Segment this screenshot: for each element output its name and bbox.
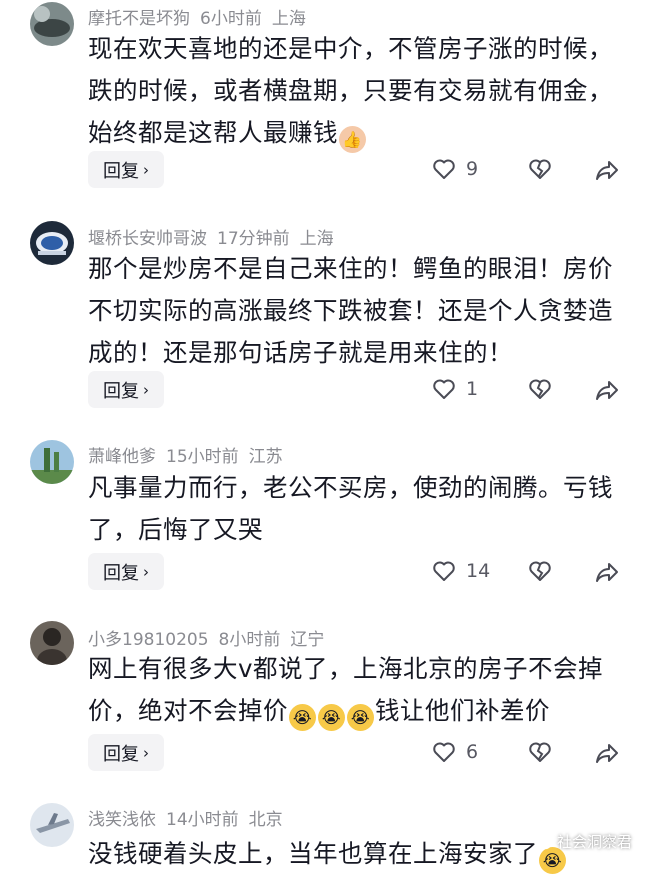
loudly-crying-emoji: 😭 bbox=[347, 704, 374, 731]
share-button[interactable] bbox=[595, 379, 619, 405]
heart-outline-icon bbox=[433, 742, 455, 762]
comment-text: 网上有很多大v都说了，上海北京的房子不会掉价，绝对不会掉价 😭 😭 😭 钱让他们补差价 bbox=[88, 648, 623, 732]
comment-meta: 萧峰他爹 15小时前 江苏 bbox=[88, 442, 293, 467]
chevron-right-icon: › bbox=[143, 562, 149, 581]
like-count: 6 bbox=[466, 741, 479, 763]
dislike-button[interactable] bbox=[528, 378, 552, 404]
timestamp: 6小时前 bbox=[200, 9, 262, 29]
location: 上海 bbox=[299, 229, 334, 249]
avatar[interactable] bbox=[30, 2, 74, 46]
username[interactable]: 摩托不是坏狗 bbox=[88, 9, 190, 29]
loudly-crying-emoji: 😭 bbox=[289, 704, 316, 731]
like-button[interactable]: 6 bbox=[432, 741, 478, 763]
location: 上海 bbox=[271, 9, 306, 29]
chevron-right-icon: › bbox=[143, 160, 149, 179]
avatar[interactable] bbox=[30, 440, 74, 484]
timestamp: 8小时前 bbox=[218, 630, 281, 650]
location: 江苏 bbox=[248, 447, 283, 467]
username[interactable]: 堰桥长安帅哥波 bbox=[88, 229, 207, 249]
loudly-crying-emoji: 😭 bbox=[318, 704, 345, 731]
broken-heart-icon bbox=[529, 379, 551, 399]
comment-text: 现在欢天喜地的还是中介，不管房子涨的时候，跌的时候，或者横盘期，只要有交易就有佣… bbox=[88, 28, 623, 154]
like-count: 1 bbox=[466, 378, 479, 400]
username[interactable]: 浅笑浅依 bbox=[88, 810, 156, 830]
comment-meta: 堰桥长安帅哥波 17分钟前 上海 bbox=[88, 224, 344, 249]
reply-button[interactable]: 回复 › bbox=[88, 371, 164, 408]
comment-meta: 浅笑浅依 14小时前 北京 bbox=[88, 805, 293, 830]
reply-button[interactable]: 回复 › bbox=[88, 553, 164, 590]
broken-heart-icon bbox=[529, 742, 551, 762]
heart-outline-icon bbox=[433, 159, 455, 179]
heart-outline-icon bbox=[433, 561, 455, 581]
timestamp: 14小时前 bbox=[166, 810, 239, 830]
comment-text: 凡事量力而行，老公不买房，使劲的闹腾。亏钱了，后悔了又哭 bbox=[88, 473, 613, 544]
share-button[interactable] bbox=[595, 742, 619, 768]
timestamp: 17分钟前 bbox=[217, 229, 290, 249]
dislike-button[interactable] bbox=[528, 158, 552, 184]
share-arrow-icon bbox=[596, 161, 618, 180]
share-button[interactable] bbox=[595, 159, 619, 185]
like-count: 9 bbox=[466, 158, 479, 180]
share-arrow-icon bbox=[596, 381, 618, 400]
comment-meta: 小多19810205 8小时前 辽宁 bbox=[88, 625, 334, 650]
share-button[interactable] bbox=[595, 561, 619, 587]
avatar[interactable] bbox=[30, 221, 74, 265]
broken-heart-icon bbox=[529, 159, 551, 179]
avatar[interactable] bbox=[30, 803, 74, 847]
like-button[interactable]: 1 bbox=[432, 378, 478, 400]
reply-button[interactable]: 回复 › bbox=[88, 734, 164, 771]
username[interactable]: 小多19810205 bbox=[88, 630, 209, 650]
avatar[interactable] bbox=[30, 621, 74, 665]
reply-button[interactable]: 回复 › bbox=[88, 151, 164, 188]
username[interactable]: 萧峰他爹 bbox=[88, 447, 156, 467]
chevron-right-icon: › bbox=[143, 380, 149, 399]
location: 辽宁 bbox=[290, 630, 325, 650]
dislike-button[interactable] bbox=[528, 560, 552, 586]
comment-text: 那个是炒房不是自己来住的！鳄鱼的眼泪！房价不切实际的高涨最终下跌被套！还是个人贪… bbox=[88, 254, 613, 367]
watermark: 社会洞察君 bbox=[537, 831, 632, 852]
thumbs-up-emoji: 👍 bbox=[339, 126, 366, 153]
heart-outline-icon bbox=[433, 379, 455, 399]
like-count: 14 bbox=[466, 560, 491, 582]
chevron-right-icon: › bbox=[143, 743, 149, 762]
like-button[interactable]: 9 bbox=[432, 158, 478, 180]
watermark-logo-icon bbox=[537, 834, 553, 849]
share-arrow-icon bbox=[596, 744, 618, 763]
timestamp: 15小时前 bbox=[166, 447, 239, 467]
share-arrow-icon bbox=[596, 563, 618, 582]
location: 北京 bbox=[248, 810, 283, 830]
like-button[interactable]: 14 bbox=[432, 560, 490, 582]
broken-heart-icon bbox=[529, 561, 551, 581]
dislike-button[interactable] bbox=[528, 741, 552, 767]
comment-meta: 摩托不是坏狗 6小时前 上海 bbox=[88, 4, 316, 29]
